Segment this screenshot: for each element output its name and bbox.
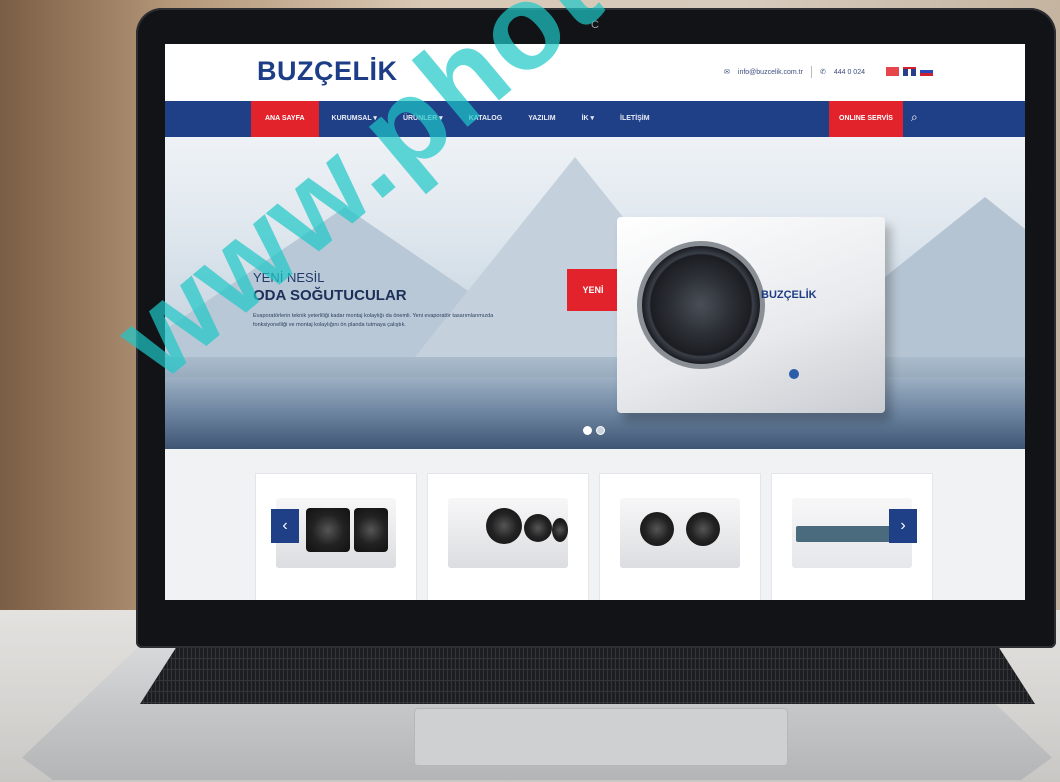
phone-icon: ✆ <box>819 69 826 76</box>
fan-icon <box>306 508 350 552</box>
fan-icon <box>486 508 522 544</box>
contact-info: ✉ info@buzcelik.com.tr ✆ 444 0 024 <box>724 66 865 78</box>
search-icon[interactable]: ⌕ <box>911 111 923 123</box>
nav-item-hr[interactable]: İK ▾ <box>569 101 607 137</box>
slider-dot[interactable] <box>596 426 605 435</box>
phone-number[interactable]: 444 0 024 <box>834 69 865 76</box>
keyboard <box>140 648 1035 704</box>
email-icon: ✉ <box>724 69 730 76</box>
fan-icon <box>524 514 552 542</box>
new-badge: YENİ <box>567 269 619 311</box>
online-service-button[interactable]: ONLINE SERVİS <box>829 101 903 137</box>
carousel-prev-button[interactable]: ‹ <box>271 509 299 543</box>
product-image <box>448 498 568 568</box>
fan-icon <box>640 512 674 546</box>
product-card[interactable] <box>427 473 589 600</box>
slider-dots <box>583 426 605 435</box>
nav-item-contact[interactable]: İLETİŞİM <box>607 101 663 137</box>
slider-dot[interactable] <box>583 426 592 435</box>
ice-field <box>165 377 1025 449</box>
language-flags <box>886 67 933 76</box>
product-image <box>620 498 740 568</box>
hero-description: Evaporatörlerin teknik yeterliliği kadar… <box>253 313 494 328</box>
flag-tr-icon[interactable] <box>886 67 899 76</box>
fan-icon <box>637 241 765 369</box>
product-carousel: ‹ › <box>165 449 1025 600</box>
carousel-next-button[interactable]: › <box>889 509 917 543</box>
brand-logo-icon <box>789 369 799 379</box>
fan-icon <box>686 512 720 546</box>
divider <box>810 66 812 78</box>
fan-icon <box>552 518 568 542</box>
product-brand-label: BUZÇELİK <box>761 289 817 301</box>
product-card[interactable] <box>599 473 761 600</box>
fan-icon <box>354 508 388 552</box>
keyboard-keys <box>140 648 1035 704</box>
touchpad <box>414 708 788 766</box>
email-link[interactable]: info@buzcelik.com.tr <box>738 69 803 76</box>
flag-en-icon[interactable] <box>903 67 916 76</box>
product-image-unit-cooler: BUZÇELİK <box>617 217 885 413</box>
flag-ru-icon[interactable] <box>920 67 933 76</box>
